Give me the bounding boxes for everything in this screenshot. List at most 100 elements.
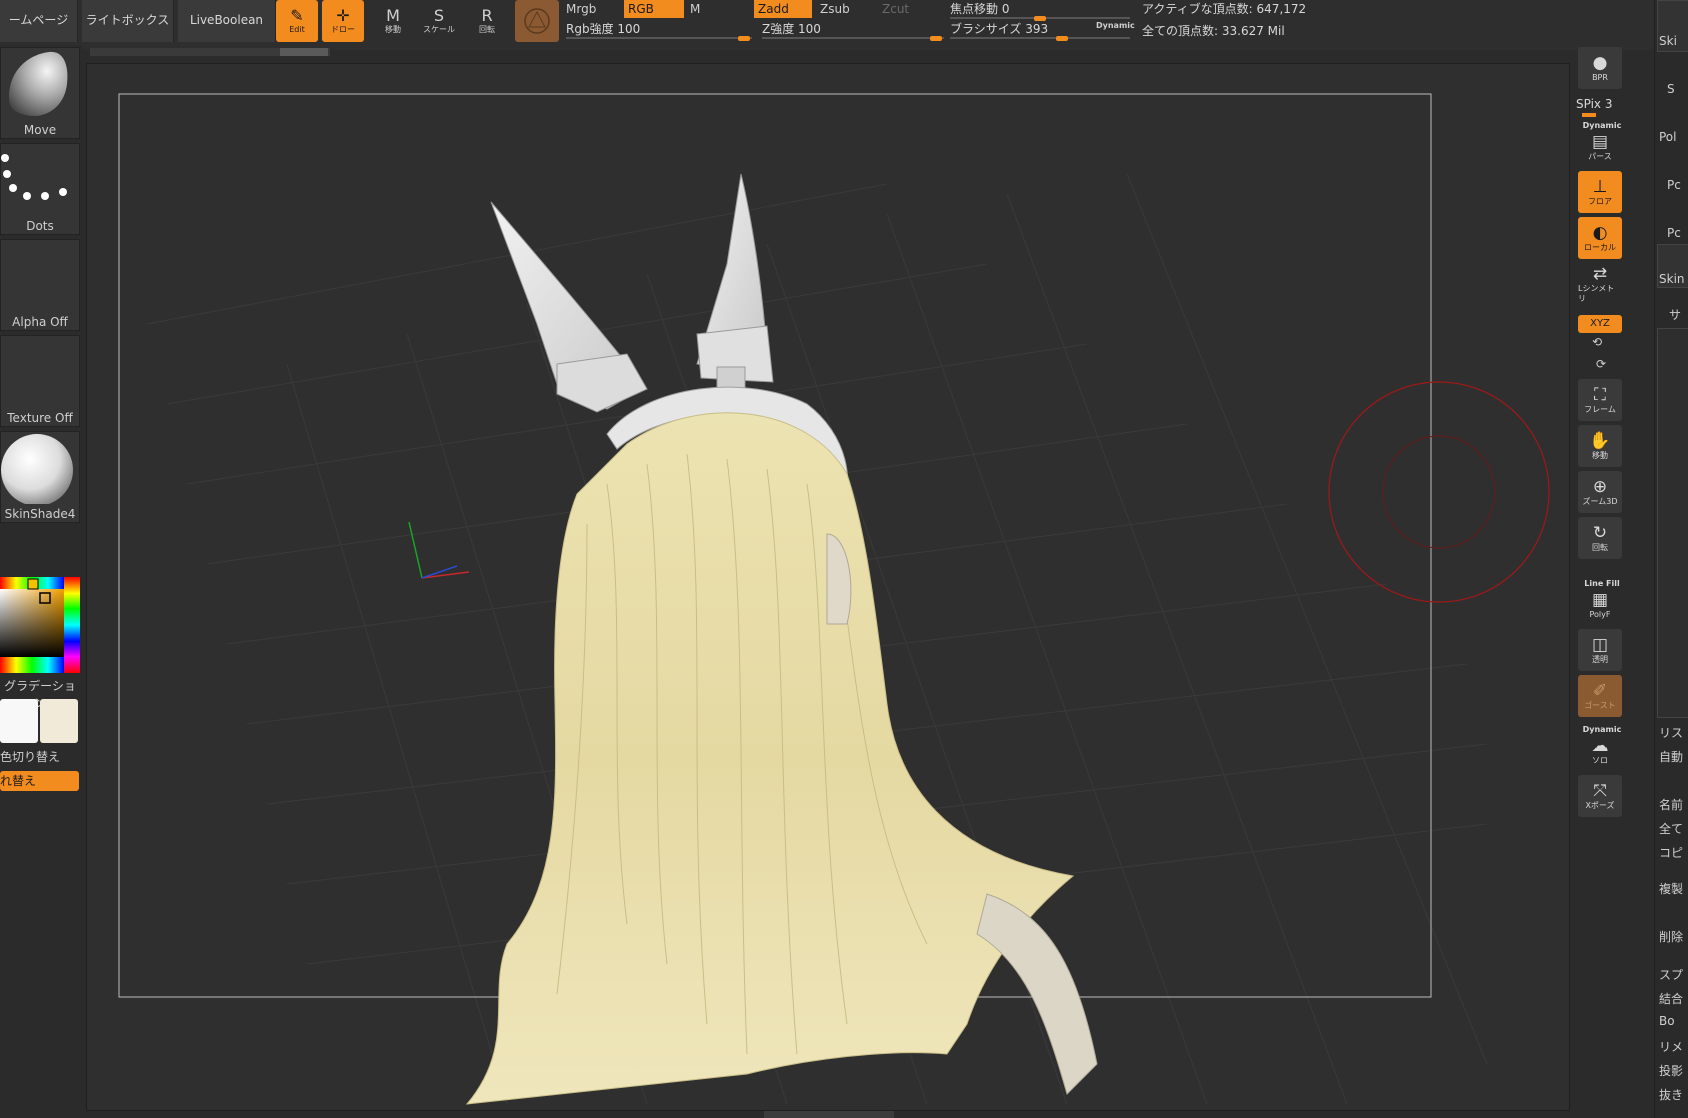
brush-selector[interactable]: Move	[0, 47, 80, 139]
secondary-color-fill	[40, 699, 78, 743]
frame-icon: ⛶	[1594, 385, 1606, 405]
local-icon: ◐	[1592, 223, 1608, 243]
document-scrollbar[interactable]	[90, 48, 330, 56]
tray-item-6[interactable]: サ	[1669, 306, 1688, 323]
solo-label: ソロ	[1592, 756, 1608, 765]
mrgb-toggle[interactable]: Mrgb	[562, 0, 622, 18]
local-label: ローカル	[1584, 243, 1616, 252]
move-mode-button[interactable]: M 移動	[372, 0, 414, 42]
transparency-button[interactable]: ◫ 透明	[1578, 629, 1622, 671]
swap-color-button[interactable]: れ替え	[0, 771, 79, 791]
liveboolean-button[interactable]: LiveBoolean	[178, 0, 276, 42]
rgb-intensity-slider[interactable]: Rgb強度 100	[566, 20, 752, 41]
rgb-intensity-knob[interactable]	[738, 36, 750, 41]
zcut-toggle[interactable]: Zcut	[878, 0, 936, 18]
persp-label: パース	[1588, 152, 1612, 161]
tray-item-2[interactable]: Pol	[1659, 130, 1688, 144]
zsub-toggle[interactable]: Zsub	[816, 0, 874, 18]
tray-item-12[interactable]: 複製	[1659, 880, 1688, 897]
sphere-material-button[interactable]	[515, 0, 559, 42]
tray-item-1[interactable]: S	[1667, 82, 1688, 96]
tray-item-18[interactable]: 投影	[1659, 1062, 1688, 1079]
material-selector[interactable]: SkinShade4	[0, 431, 80, 523]
color-picker[interactable]	[0, 577, 80, 673]
hair-model	[465, 412, 1075, 1105]
xpose-button[interactable]: ⤧ Xポーズ	[1578, 775, 1622, 817]
tray-item-5[interactable]: Skin	[1659, 272, 1688, 286]
rotate-y-icon[interactable]: ⟲	[1592, 335, 1602, 349]
texture-selector[interactable]: Texture Off	[0, 335, 80, 427]
rotate-mode-button[interactable]: R 回転	[466, 0, 508, 42]
canvas-viewport[interactable]	[86, 63, 1570, 1111]
scale-label: スケール	[423, 25, 455, 34]
alpha-selector[interactable]: Alpha Off	[0, 239, 80, 331]
lightbox-button[interactable]: ライトボックス	[82, 0, 174, 42]
xpose-label: Xポーズ	[1585, 801, 1615, 810]
move-icon: M	[386, 6, 400, 25]
brush-size-knob[interactable]	[1056, 36, 1068, 41]
spix-knob[interactable]	[1582, 113, 1596, 117]
tray-item-11[interactable]: コピ	[1659, 844, 1688, 861]
frame-button[interactable]: ⛶ フレーム	[1578, 379, 1622, 421]
focal-shift-slider[interactable]: 焦点移動 0	[950, 0, 1130, 21]
tray-item-15[interactable]: 結合	[1659, 990, 1688, 1007]
draw-icon: ✛	[336, 6, 350, 25]
z-intensity-knob[interactable]	[930, 36, 942, 41]
tray-item-14[interactable]: スプ	[1659, 966, 1688, 983]
scrollbar-thumb[interactable]	[280, 48, 328, 56]
tray-subtool-list[interactable]	[1657, 328, 1688, 718]
stroke-label: Dots	[26, 219, 54, 233]
rgb-toggle[interactable]: RGB	[624, 0, 684, 18]
dynamic-brush-toggle[interactable]: Dynamic	[1096, 21, 1135, 30]
solo-button[interactable]: ☁ ソロ	[1578, 733, 1622, 769]
secondary-color-swatch[interactable]	[40, 699, 78, 743]
bpr-sphere-icon: ●	[1592, 53, 1608, 73]
tray-item-10[interactable]: 全て	[1659, 820, 1688, 837]
zadd-toggle[interactable]: Zadd	[754, 0, 812, 18]
tray-item-4[interactable]: Pc	[1667, 226, 1688, 240]
tray-item-17[interactable]: リメ	[1659, 1038, 1688, 1055]
tray-item-3[interactable]: Pc	[1667, 178, 1688, 192]
tray-item-9[interactable]: 名前	[1659, 796, 1688, 813]
bottom-shelf-handle[interactable]	[764, 1111, 894, 1118]
move-view-button[interactable]: ✋ 移動	[1578, 425, 1622, 467]
homepage-button[interactable]: ームページ	[0, 0, 78, 42]
floor-toggle[interactable]: ⊥ フロア	[1578, 171, 1622, 213]
main-color-swatch[interactable]	[0, 699, 38, 743]
z-intensity-slider[interactable]: Z強度 100	[762, 20, 944, 41]
scale-icon: S	[433, 6, 445, 25]
stroke-selector[interactable]: Dots	[0, 143, 80, 235]
scale-mode-button[interactable]: S スケール	[418, 0, 460, 42]
perspective-button[interactable]: ▤ パース	[1578, 129, 1622, 165]
z-intensity-track	[762, 37, 944, 39]
draw-mode-button[interactable]: ✛ ドロー	[322, 0, 364, 42]
local-toggle[interactable]: ◐ ローカル	[1578, 217, 1622, 259]
zoom3d-button[interactable]: ⊕ ズーム3D	[1578, 471, 1622, 513]
tray-item-0[interactable]: Ski	[1659, 34, 1688, 48]
xyz-toggle[interactable]: XYZ	[1578, 315, 1622, 333]
arm-model	[976, 893, 1098, 1095]
polyf-button[interactable]: ▦ PolyF	[1578, 587, 1622, 623]
tray-item-8[interactable]: 自動	[1659, 748, 1688, 765]
tray-item-16[interactable]: Bo	[1659, 1014, 1688, 1028]
switch-color-button[interactable]: 色切り替え	[0, 748, 60, 765]
solo-icon: ☁	[1591, 736, 1609, 756]
tray-item-19[interactable]: 抜き	[1659, 1086, 1688, 1103]
rotate-view-button[interactable]: ↻ 回転	[1578, 517, 1622, 559]
edit-mode-button[interactable]: ✎ Edit	[276, 0, 318, 42]
bpr-label: BPR	[1592, 73, 1608, 82]
symmetry-button[interactable]: ⇄ Lシンメトリ	[1578, 263, 1622, 305]
material-label: SkinShade4	[4, 507, 76, 521]
right-tray: Ski S Pol Pc Pc Skin サ リス 自動 名前 全て コピ 複製…	[1654, 0, 1688, 1118]
tray-item-13[interactable]: 削除	[1659, 928, 1688, 945]
rgb-intensity-track	[566, 37, 752, 39]
tray-item-7[interactable]: リス	[1659, 724, 1688, 741]
edit-icon: ✎	[290, 6, 304, 25]
bpr-render-button[interactable]: ● BPR	[1578, 47, 1622, 89]
polyf-label: PolyF	[1589, 610, 1611, 619]
m-toggle[interactable]: M	[686, 0, 746, 18]
left-shelf: Move Dots Alpha Off Texture Off SkinShad…	[0, 45, 82, 1118]
rotate-z-icon[interactable]: ⟳	[1596, 357, 1606, 371]
spix-slider[interactable]: SPix 3	[1576, 97, 1612, 111]
ghost-button[interactable]: ✐ ゴースト	[1578, 675, 1622, 717]
